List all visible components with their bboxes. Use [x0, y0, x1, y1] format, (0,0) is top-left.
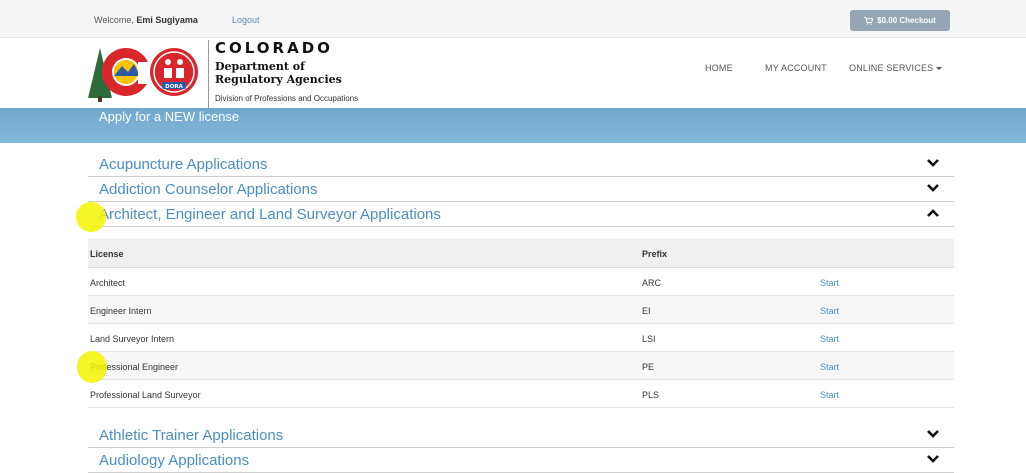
chevron-down-icon — [927, 430, 939, 438]
chevron-up-icon — [927, 209, 939, 217]
dora-logo-text: DORA — [165, 84, 183, 90]
accordion-label: Architect, Engineer and Land Surveyor Ap… — [99, 206, 441, 223]
nav-my-account[interactable]: MY ACCOUNT — [765, 63, 827, 73]
chevron-down-icon — [927, 159, 939, 167]
nav-online-services[interactable]: ONLINE SERVICES — [849, 63, 943, 73]
table-row: Professional Engineer PE Start — [88, 352, 954, 380]
start-link[interactable]: Start — [820, 278, 839, 288]
license-name: Engineer Intern — [90, 306, 152, 316]
nav-home[interactable]: HOME — [705, 63, 733, 73]
accordion-architect-engineer-land-surveyor[interactable]: Architect, Engineer and Land Surveyor Ap… — [88, 202, 954, 227]
table-row: Land Surveyor Intern LSI Start — [88, 324, 954, 352]
brand-state: COLORADO — [215, 39, 333, 57]
welcome-prefix: Welcome, — [94, 15, 134, 25]
column-header-prefix: Prefix — [642, 249, 668, 259]
colorado-logo[interactable]: DORA — [86, 42, 206, 102]
brand-department-line1: Department of — [215, 60, 305, 73]
start-link[interactable]: Start — [820, 390, 839, 400]
accordion-acupuncture[interactable]: Acupuncture Applications — [88, 152, 954, 177]
license-name: Land Surveyor Intern — [90, 334, 175, 344]
license-prefix: EI — [642, 306, 651, 316]
page: Welcome, Emi Sugiyama Logout $0.00 Check… — [0, 0, 1026, 473]
page-title: Apply for a NEW license — [99, 109, 240, 124]
site-header: DORA COLORADO Department of Regulatory A… — [0, 38, 1026, 110]
license-name: Professional Land Surveyor — [90, 390, 201, 400]
start-link[interactable]: Start — [820, 362, 839, 372]
checkout-label: $0.00 Checkout — [877, 16, 936, 25]
license-prefix: PE — [642, 362, 655, 372]
accordion-addiction-counselor[interactable]: Addiction Counselor Applications — [88, 177, 954, 202]
highlight-mark — [76, 202, 106, 232]
brand-department-line2: Regulatory Agencies — [215, 73, 342, 86]
checkout-button[interactable]: $0.00 Checkout — [850, 10, 950, 31]
accordion-label: Addiction Counselor Applications — [99, 181, 318, 198]
license-name: Architect — [90, 278, 126, 288]
license-prefix: LSI — [642, 334, 656, 344]
brand-block: COLORADO Department of Regulatory Agenci… — [208, 40, 358, 110]
chevron-down-icon — [927, 184, 939, 192]
accordion-athletic-trainer[interactable]: Athletic Trainer Applications — [88, 423, 954, 448]
highlight-mark — [77, 351, 107, 383]
license-prefix: ARC — [642, 278, 662, 288]
accordion-label: Athletic Trainer Applications — [99, 427, 284, 444]
logout-link[interactable]: Logout — [232, 15, 260, 25]
nav-online-services-label: ONLINE SERVICES — [849, 63, 934, 73]
top-bar: Welcome, Emi Sugiyama Logout $0.00 Check… — [0, 0, 1026, 38]
table-row: Professional Land Surveyor PLS Start — [88, 380, 954, 408]
table-row: Architect ARC Start — [88, 268, 954, 296]
start-link[interactable]: Start — [820, 334, 839, 344]
accordion-audiology[interactable]: Audiology Applications — [88, 448, 954, 473]
chevron-down-icon — [927, 455, 939, 463]
user-name: Emi Sugiyama — [136, 15, 198, 25]
accordion-label: Acupuncture Applications — [99, 156, 268, 173]
page-banner: Apply for a NEW license — [0, 108, 1026, 143]
table-row: Engineer Intern EI Start — [88, 296, 954, 324]
cart-icon — [864, 17, 874, 25]
table-header-row: License Prefix — [88, 239, 954, 268]
caret-down-icon — [936, 67, 943, 71]
brand-division: Division of Professions and Occupations — [215, 94, 359, 103]
column-header-license: License — [90, 249, 124, 259]
accordion-label: Audiology Applications — [99, 452, 250, 469]
welcome-text: Welcome, Emi Sugiyama — [94, 15, 198, 25]
start-link[interactable]: Start — [820, 306, 839, 316]
license-prefix: PLS — [642, 390, 660, 400]
